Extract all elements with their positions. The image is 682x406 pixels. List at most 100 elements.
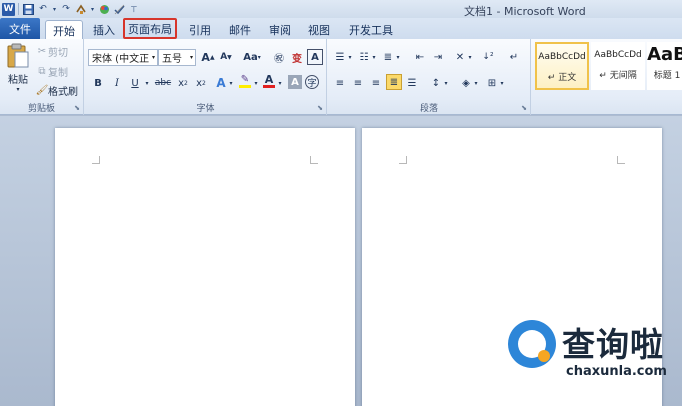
text-effects-dropdown-icon[interactable]: ▾ (227, 75, 235, 91)
style-normal-sample: AaBbCcDd (538, 52, 586, 62)
clear-formatting-icon: 变 (292, 53, 302, 65)
increase-indent-button[interactable]: ⇥ (430, 49, 446, 65)
shrink-font-label: A (220, 52, 228, 62)
undo-icon[interactable]: ↶ (37, 3, 49, 15)
check-icon[interactable] (113, 3, 125, 15)
font-color-label: A (264, 73, 274, 86)
enclose-characters-button[interactable]: 字 (305, 75, 319, 89)
chinese-layout-dropdown-icon[interactable]: ▾ (466, 49, 474, 65)
font-group: 宋体 (中文正 ▾ 五号 ▾ A ▲ A ▼ Aa ▾ ㊗ 变 A B I U ▾ a… (85, 39, 327, 115)
paragraph-launcher-icon[interactable]: ⬊ (521, 104, 527, 112)
watermark-logo-icon (508, 320, 556, 368)
tab-view[interactable]: 视图 (303, 20, 335, 39)
justify-icon: ≣ (389, 76, 399, 88)
customize-qat-icon[interactable]: ⊤ (128, 3, 140, 15)
paste-label: 粘贴 (8, 75, 28, 86)
font-size-select[interactable]: 五号 ▾ (158, 49, 196, 66)
character-shading-button[interactable]: A (288, 75, 302, 89)
tab-review[interactable]: 审阅 (264, 20, 296, 39)
grow-font-button[interactable]: A ▲ (200, 49, 216, 65)
word-logo-icon[interactable]: W (2, 2, 15, 16)
font-color-dropdown-icon[interactable]: ▾ (276, 75, 284, 91)
align-right-button[interactable]: ≡ (368, 75, 384, 91)
margin-mark-top-left (399, 156, 407, 164)
paragraph-group: ☰ ▾ ☷ ▾ ≣ ▾ ⇤ ⇥ ✕ ▾ ↓² ↵ ≡ ≡ ≡ ≣ ☰ ↕ ▾ ◈… (328, 39, 531, 115)
line-spacing-icon: ↕ (431, 77, 441, 89)
font-color-button[interactable]: A (261, 73, 277, 89)
paste-dropdown-icon[interactable]: ▾ (16, 86, 19, 93)
color-icon[interactable] (98, 3, 110, 15)
style-no-spacing-sample: AaBbCcDd (594, 50, 642, 60)
change-case-button[interactable]: Aa ▾ (241, 49, 263, 65)
cut-icon: ✂ (37, 46, 47, 57)
strikethrough-button[interactable]: abc (153, 75, 173, 91)
superscript-button[interactable]: x2 (193, 75, 209, 91)
align-right-icon: ≡ (371, 77, 381, 89)
paragraph-group-label: 段落 (419, 104, 438, 114)
decrease-indent-button[interactable]: ⇤ (412, 49, 428, 65)
font-name-value: 宋体 (中文正 (92, 54, 150, 65)
sort-button[interactable]: ↓² (480, 49, 496, 65)
format-painter-button[interactable]: 🖌 格式刷 (36, 83, 78, 98)
font-group-label: 字体 (196, 104, 215, 114)
style-normal-name: ↵ 正文 (547, 73, 577, 83)
font-size-dropdown-icon[interactable]: ▾ (190, 54, 195, 61)
subscript-button[interactable]: x2 (175, 75, 191, 91)
italic-button[interactable]: I (109, 75, 125, 91)
style-normal[interactable]: AaBbCcDd ↵ 正文 (535, 42, 589, 90)
font-size-value: 五号 (162, 54, 182, 65)
clear-formatting-button[interactable]: 变 (289, 49, 305, 65)
undo-dropdown-icon[interactable]: ▾ (52, 3, 57, 15)
shading-dropdown-icon[interactable]: ▾ (472, 75, 480, 91)
bold-button[interactable]: B (90, 75, 106, 91)
style-no-spacing[interactable]: AaBbCcDd ↵ 无间隔 (591, 42, 645, 90)
decrease-indent-icon: ⇤ (415, 51, 425, 63)
numbering-dropdown-icon[interactable]: ▾ (370, 49, 378, 65)
highlighter-icon: ✎ (240, 74, 250, 85)
font-name-dropdown-icon[interactable]: ▾ (152, 54, 157, 61)
show-marks-button[interactable]: ↵ (506, 49, 522, 65)
font-name-select[interactable]: 宋体 (中文正 ▾ (88, 49, 158, 66)
tab-mailings[interactable]: 邮件 (224, 20, 256, 39)
highlight-button[interactable]: ✎ (237, 73, 253, 89)
underline-dropdown-icon[interactable]: ▾ (143, 75, 151, 91)
highlight-dropdown-icon[interactable]: ▾ (252, 75, 260, 91)
tab-references[interactable]: 引用 (184, 20, 216, 39)
site-watermark: 查询啦 chaxunla.com (508, 318, 680, 388)
qat-dropdown-icon[interactable]: ▾ (90, 3, 95, 15)
save-icon[interactable] (22, 3, 34, 15)
redo-icon[interactable]: ↷ (60, 3, 72, 15)
tab-home[interactable]: 开始 (45, 20, 83, 40)
multilevel-dropdown-icon[interactable]: ▾ (394, 49, 402, 65)
paste-button[interactable]: 粘贴 ▾ (4, 43, 32, 93)
style-heading-1[interactable]: AaB 标题 1 (647, 42, 682, 90)
tab-insert[interactable]: 插入 (88, 20, 120, 39)
align-left-button[interactable]: ≡ (332, 75, 348, 91)
paste-icon (7, 43, 29, 68)
font-launcher-icon[interactable]: ⬊ (317, 104, 323, 112)
clipboard-group-label: 剪贴板 (27, 104, 55, 114)
justify-button[interactable]: ≣ (386, 74, 402, 90)
tab-file[interactable]: 文件 (0, 18, 40, 39)
underline-button[interactable]: U (127, 75, 143, 91)
align-left-icon: ≡ (335, 77, 345, 89)
bullets-dropdown-icon[interactable]: ▾ (346, 49, 354, 65)
paint-bucket-icon: ◈ (462, 77, 470, 89)
line-spacing-dropdown-icon[interactable]: ▾ (442, 75, 450, 91)
tab-developer[interactable]: 开发工具 (343, 20, 399, 39)
copy-button[interactable]: ⧉ 复制 (36, 64, 68, 79)
shrink-font-button[interactable]: A ▼ (218, 49, 234, 65)
format-painter-label: 格式刷 (48, 87, 78, 98)
clipboard-launcher-icon[interactable]: ⬊ (74, 104, 80, 112)
tab-page-layout[interactable]: 页面布局 (123, 18, 177, 39)
align-center-button[interactable]: ≡ (350, 75, 366, 91)
cut-button[interactable]: ✂ 剪切 (36, 44, 68, 59)
borders-icon: ⊞ (487, 77, 497, 89)
character-border-button[interactable]: A (307, 49, 323, 65)
borders-dropdown-icon[interactable]: ▾ (498, 75, 506, 91)
distributed-icon: ☰ (407, 77, 417, 89)
phonetic-guide-button[interactable]: ㊗ (271, 49, 287, 65)
format-painter-icon[interactable] (75, 3, 87, 15)
distributed-button[interactable]: ☰ (404, 75, 420, 91)
page-1[interactable] (55, 128, 355, 406)
